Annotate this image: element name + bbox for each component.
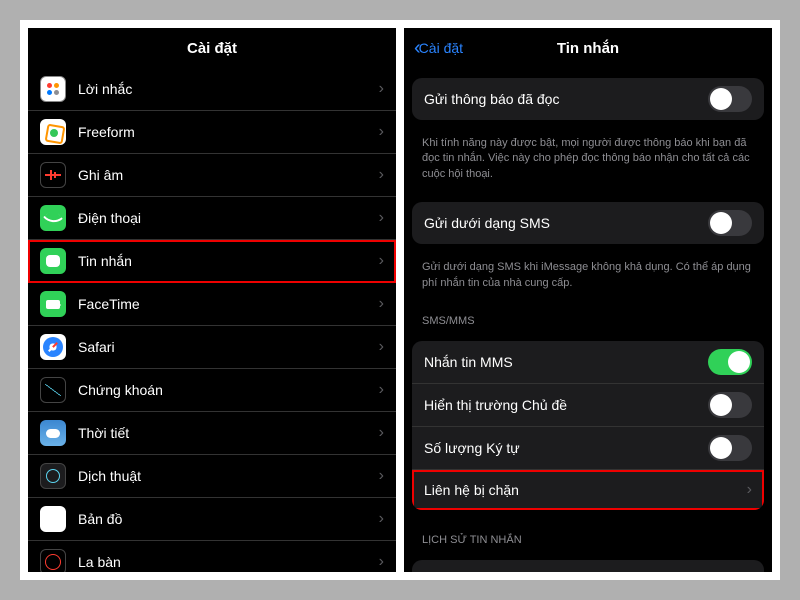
settings-row-weather[interactable]: Thời tiết› bbox=[28, 412, 396, 455]
label: Liên hệ bị chặn bbox=[424, 482, 747, 498]
chevron-right-icon: › bbox=[379, 467, 384, 485]
row-label: La bàn bbox=[78, 554, 379, 570]
settings-row-phone[interactable]: Điện thoại› bbox=[28, 197, 396, 240]
label: Gửi thông báo đã đọc bbox=[424, 91, 708, 107]
chevron-right-icon: › bbox=[379, 338, 384, 356]
row-label: Bản đồ bbox=[78, 511, 379, 527]
row-label: Chứng khoán bbox=[78, 382, 379, 398]
messages-settings-screen: ‹ Cài đặt Tin nhắn Gửi thông báo đã đọc … bbox=[404, 28, 772, 572]
reminders-icon bbox=[40, 76, 66, 102]
chevron-right-icon: › bbox=[747, 481, 752, 499]
row-subject-field[interactable]: Hiển thị trường Chủ đề bbox=[412, 384, 764, 427]
facetime-icon bbox=[40, 291, 66, 317]
label: Nhắn tin MMS bbox=[424, 354, 708, 370]
weather-icon bbox=[40, 420, 66, 446]
chevron-right-icon: › bbox=[379, 80, 384, 98]
toggle-read-receipts[interactable] bbox=[708, 86, 752, 112]
settings-row-safari[interactable]: Safari› bbox=[28, 326, 396, 369]
settings-row-stocks[interactable]: Chứng khoán› bbox=[28, 369, 396, 412]
row-label: Dịch thuật bbox=[78, 468, 379, 484]
row-label: Freeform bbox=[78, 124, 379, 140]
row-label: Ghi âm bbox=[78, 167, 379, 183]
group-read-receipts: Gửi thông báo đã đọc bbox=[412, 78, 764, 120]
settings-row-translate[interactable]: Dịch thuật› bbox=[28, 455, 396, 498]
chevron-right-icon: › bbox=[379, 424, 384, 442]
row-label: Thời tiết bbox=[78, 425, 379, 441]
chevron-right-icon: › bbox=[379, 381, 384, 399]
messages-icon bbox=[40, 248, 66, 274]
settings-row-facetime[interactable]: FaceTime› bbox=[28, 283, 396, 326]
label: Số lượng Ký tự bbox=[424, 440, 708, 456]
row-label: Tin nhắn bbox=[78, 253, 379, 269]
settings-screen: Cài đặt Lời nhắc›Freeform›Ghi âm›Điện th… bbox=[28, 28, 396, 572]
settings-row-maps[interactable]: Bản đồ› bbox=[28, 498, 396, 541]
safari-icon bbox=[40, 334, 66, 360]
maps-icon bbox=[40, 506, 66, 532]
label: Gửi dưới dạng SMS bbox=[424, 215, 708, 231]
translate-icon bbox=[40, 463, 66, 489]
group-send-sms: Gửi dưới dạng SMS bbox=[412, 202, 764, 244]
back-label: Cài đặt bbox=[419, 40, 463, 56]
messages-settings-content[interactable]: Gửi thông báo đã đọc Khi tính năng này đ… bbox=[404, 68, 772, 572]
section-header-history: LỊCH SỬ TIN NHẮN bbox=[404, 520, 772, 550]
row-label: Điện thoại bbox=[78, 210, 379, 226]
row-mms[interactable]: Nhắn tin MMS bbox=[412, 341, 764, 384]
footer-send-sms: Gửi dưới dạng SMS khi iMessage không khả… bbox=[404, 254, 772, 301]
row-send-sms[interactable]: Gửi dưới dạng SMS bbox=[412, 202, 764, 244]
row-read-receipts[interactable]: Gửi thông báo đã đọc bbox=[412, 78, 764, 120]
settings-list[interactable]: Lời nhắc›Freeform›Ghi âm›Điện thoại›Tin … bbox=[28, 68, 396, 572]
section-header-sms: SMS/MMS bbox=[404, 301, 772, 331]
settings-row-freeform[interactable]: Freeform› bbox=[28, 111, 396, 154]
row-blocked-contacts[interactable]: Liên hệ bị chặn › bbox=[412, 470, 764, 510]
chevron-right-icon: › bbox=[379, 252, 384, 270]
toggle-char-count[interactable] bbox=[708, 435, 752, 461]
nav-bar: ‹ Cài đặt Tin nhắn bbox=[404, 28, 772, 68]
chevron-right-icon: › bbox=[379, 123, 384, 141]
chevron-right-icon: › bbox=[379, 510, 384, 528]
nav-bar: Cài đặt bbox=[28, 28, 396, 68]
chevron-right-icon: › bbox=[747, 571, 752, 572]
chevron-right-icon: › bbox=[379, 295, 384, 313]
row-char-count[interactable]: Số lượng Ký tự bbox=[412, 427, 764, 470]
settings-row-voice[interactable]: Ghi âm› bbox=[28, 154, 396, 197]
chevron-right-icon: › bbox=[379, 209, 384, 227]
back-button[interactable]: ‹ Cài đặt bbox=[414, 37, 463, 60]
row-label: Lời nhắc bbox=[78, 81, 379, 97]
toggle-mms[interactable] bbox=[708, 349, 752, 375]
label: Hiển thị trường Chủ đề bbox=[424, 397, 708, 413]
row-label: Safari bbox=[78, 339, 379, 355]
chevron-right-icon: › bbox=[379, 166, 384, 184]
group-history: Lưu tin nhắn Mãi mãi › bbox=[412, 560, 764, 572]
nav-title: Tin nhắn bbox=[557, 40, 619, 57]
row-keep-messages[interactable]: Lưu tin nhắn Mãi mãi › bbox=[412, 560, 764, 572]
group-sms-mms: Nhắn tin MMS Hiển thị trường Chủ đề Số l… bbox=[412, 341, 764, 510]
compass-icon bbox=[40, 549, 66, 572]
toggle-send-sms[interactable] bbox=[708, 210, 752, 236]
settings-row-reminders[interactable]: Lời nhắc› bbox=[28, 68, 396, 111]
stocks-icon bbox=[40, 377, 66, 403]
settings-row-compass[interactable]: La bàn› bbox=[28, 541, 396, 572]
freeform-icon bbox=[40, 119, 66, 145]
phone-icon bbox=[40, 205, 66, 231]
footer-read-receipts: Khi tính năng này được bật, mọi người đư… bbox=[404, 130, 772, 192]
nav-title: Cài đặt bbox=[187, 40, 237, 57]
settings-row-messages[interactable]: Tin nhắn› bbox=[28, 240, 396, 283]
chevron-right-icon: › bbox=[379, 553, 384, 571]
toggle-subject[interactable] bbox=[708, 392, 752, 418]
row-label: FaceTime bbox=[78, 296, 379, 312]
voice-icon bbox=[40, 162, 66, 188]
